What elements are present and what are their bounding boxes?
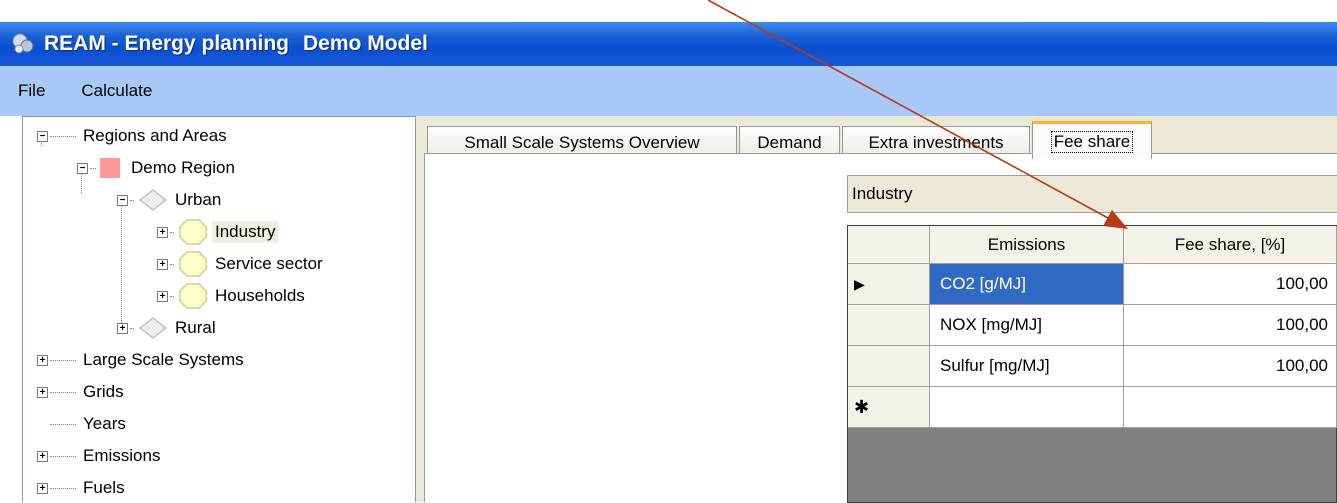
expand-icon[interactable]: + xyxy=(117,322,128,334)
diamond-icon xyxy=(139,317,167,339)
tree-node-regions[interactable]: − Regions and Areas xyxy=(37,121,230,151)
column-header-fee-share[interactable]: Fee share, [%] xyxy=(1124,226,1337,264)
cell-emission-new[interactable] xyxy=(930,387,1124,428)
tree-node-years[interactable]: Years xyxy=(37,409,129,439)
row-header[interactable] xyxy=(848,346,930,387)
cell-text: CO2 [g/MJ] xyxy=(940,274,1026,293)
tree-connector xyxy=(50,455,76,457)
tab-label: Demand xyxy=(757,132,822,152)
tree-label: Service sector xyxy=(215,254,323,273)
cell-text: NOX [mg/MJ] xyxy=(940,315,1043,334)
tab-label: Small Scale Systems Overview xyxy=(464,132,700,152)
column-header-label: Fee share, [%] xyxy=(1174,234,1286,254)
cell-emission[interactable]: NOX [mg/MJ] xyxy=(930,305,1124,346)
tree-node-households[interactable]: + Households xyxy=(157,281,308,311)
tree-node-service-sector[interactable]: + Service sector xyxy=(157,249,326,279)
cell-fee-share[interactable]: 100,00 xyxy=(1124,305,1337,346)
expand-icon[interactable]: + xyxy=(37,450,48,462)
expand-icon[interactable]: + xyxy=(37,482,48,494)
tree-node-industry[interactable]: + Industry xyxy=(157,217,279,247)
tree-label: Large Scale Systems xyxy=(83,350,244,369)
window-title: REAM - Energy planning xyxy=(44,32,290,55)
tree-node-urban[interactable]: − Urban xyxy=(117,185,224,215)
tree-connector xyxy=(50,391,76,393)
cell-text: 100,00 xyxy=(1276,315,1328,334)
tree-label: Regions and Areas xyxy=(83,126,227,145)
model-name: Demo Model xyxy=(303,32,428,55)
expand-icon[interactable]: + xyxy=(37,354,48,366)
cell-fee-share[interactable]: 100,00 xyxy=(1124,346,1337,387)
cell-emission[interactable]: Sulfur [mg/MJ] xyxy=(930,346,1124,387)
cell-text: Sulfur [mg/MJ] xyxy=(940,356,1050,375)
tree-connector xyxy=(170,295,174,297)
menu-file[interactable]: File xyxy=(0,81,67,101)
expand-icon[interactable]: + xyxy=(157,290,168,302)
cell-emission[interactable]: CO2 [g/MJ] xyxy=(930,264,1124,305)
collapse-icon[interactable]: − xyxy=(37,130,48,142)
app-icon xyxy=(12,33,34,54)
cell-fee-share-new[interactable] xyxy=(1124,387,1337,428)
grid-corner xyxy=(848,226,930,264)
column-header-emissions[interactable]: Emissions xyxy=(930,226,1124,264)
tree-node-emissions[interactable]: + Emissions xyxy=(37,441,163,471)
title-bar: REAM - Energy planning Demo Model xyxy=(0,22,1337,66)
tree-connector xyxy=(90,167,96,169)
diamond-icon xyxy=(139,189,167,211)
tree-node-large-scale-systems[interactable]: + Large Scale Systems xyxy=(37,345,247,375)
expand-icon[interactable]: + xyxy=(37,386,48,398)
tree-connector xyxy=(130,327,134,329)
group-header: Industry xyxy=(847,175,1337,213)
cell-fee-share[interactable]: 100,00 xyxy=(1124,264,1337,305)
tree-node-fuels[interactable]: + Fuels xyxy=(37,473,128,503)
tree-connector xyxy=(130,199,134,201)
octagon-icon xyxy=(179,251,207,277)
tree-connector xyxy=(50,135,76,137)
expand-icon[interactable]: + xyxy=(157,226,168,238)
tab-page-fee-share: Industry Emissions Fee share, [%] ▶ CO2 … xyxy=(424,153,1337,503)
tree-connector xyxy=(170,231,174,233)
tree-connector xyxy=(170,263,174,265)
tree-node-rural[interactable]: + Rural xyxy=(117,313,219,343)
tab-strip: Small Scale Systems Overview Demand Extr… xyxy=(424,121,1337,159)
row-header[interactable] xyxy=(848,305,930,346)
tree-label: Grids xyxy=(83,382,124,401)
tree-connector xyxy=(50,423,76,425)
tree-label: Years xyxy=(83,414,126,433)
tree-label: Urban xyxy=(175,190,222,209)
group-title: Industry xyxy=(852,184,913,203)
octagon-icon xyxy=(179,283,207,309)
row-header[interactable]: ▶ xyxy=(848,264,930,305)
content-pane: Small Scale Systems Overview Demand Extr… xyxy=(424,116,1337,503)
tree-label: Demo Region xyxy=(131,158,235,177)
new-row-icon: ✱ xyxy=(854,396,870,417)
tree-label: Emissions xyxy=(83,446,161,465)
tree-label: Rural xyxy=(175,318,216,337)
row-header[interactable]: ✱ xyxy=(848,387,930,428)
tree-node-grids[interactable]: + Grids xyxy=(37,377,127,407)
tab-label: Fee share xyxy=(1050,130,1134,153)
tab-fee-share[interactable]: Fee share xyxy=(1032,121,1152,159)
tree-label: Industry xyxy=(212,221,279,243)
tree-label: Fuels xyxy=(83,478,125,497)
menu-bar: File Calculate xyxy=(0,66,1337,116)
splitter[interactable] xyxy=(416,116,424,502)
cell-text: 100,00 xyxy=(1276,356,1328,375)
tab-label: Extra investments xyxy=(868,132,1004,152)
tree-label: Households xyxy=(215,286,305,305)
octagon-icon xyxy=(179,219,207,245)
collapse-icon[interactable]: − xyxy=(77,162,88,174)
navigation-tree[interactable]: − Regions and Areas − Demo Region − Urba… xyxy=(22,116,416,502)
fee-share-grid[interactable]: Emissions Fee share, [%] ▶ CO2 [g/MJ] 10… xyxy=(847,225,1337,503)
collapse-icon[interactable]: − xyxy=(117,194,128,206)
column-header-label: Emissions xyxy=(987,234,1066,254)
region-square-icon xyxy=(100,158,120,178)
cell-text: 100,00 xyxy=(1276,274,1328,293)
expand-icon[interactable]: + xyxy=(157,258,168,270)
tree-node-demo-region[interactable]: − Demo Region xyxy=(77,153,238,183)
current-row-icon: ▶ xyxy=(854,275,865,292)
tree-connector xyxy=(50,359,76,361)
tree-connector xyxy=(50,487,76,489)
menu-calculate[interactable]: Calculate xyxy=(67,81,166,101)
